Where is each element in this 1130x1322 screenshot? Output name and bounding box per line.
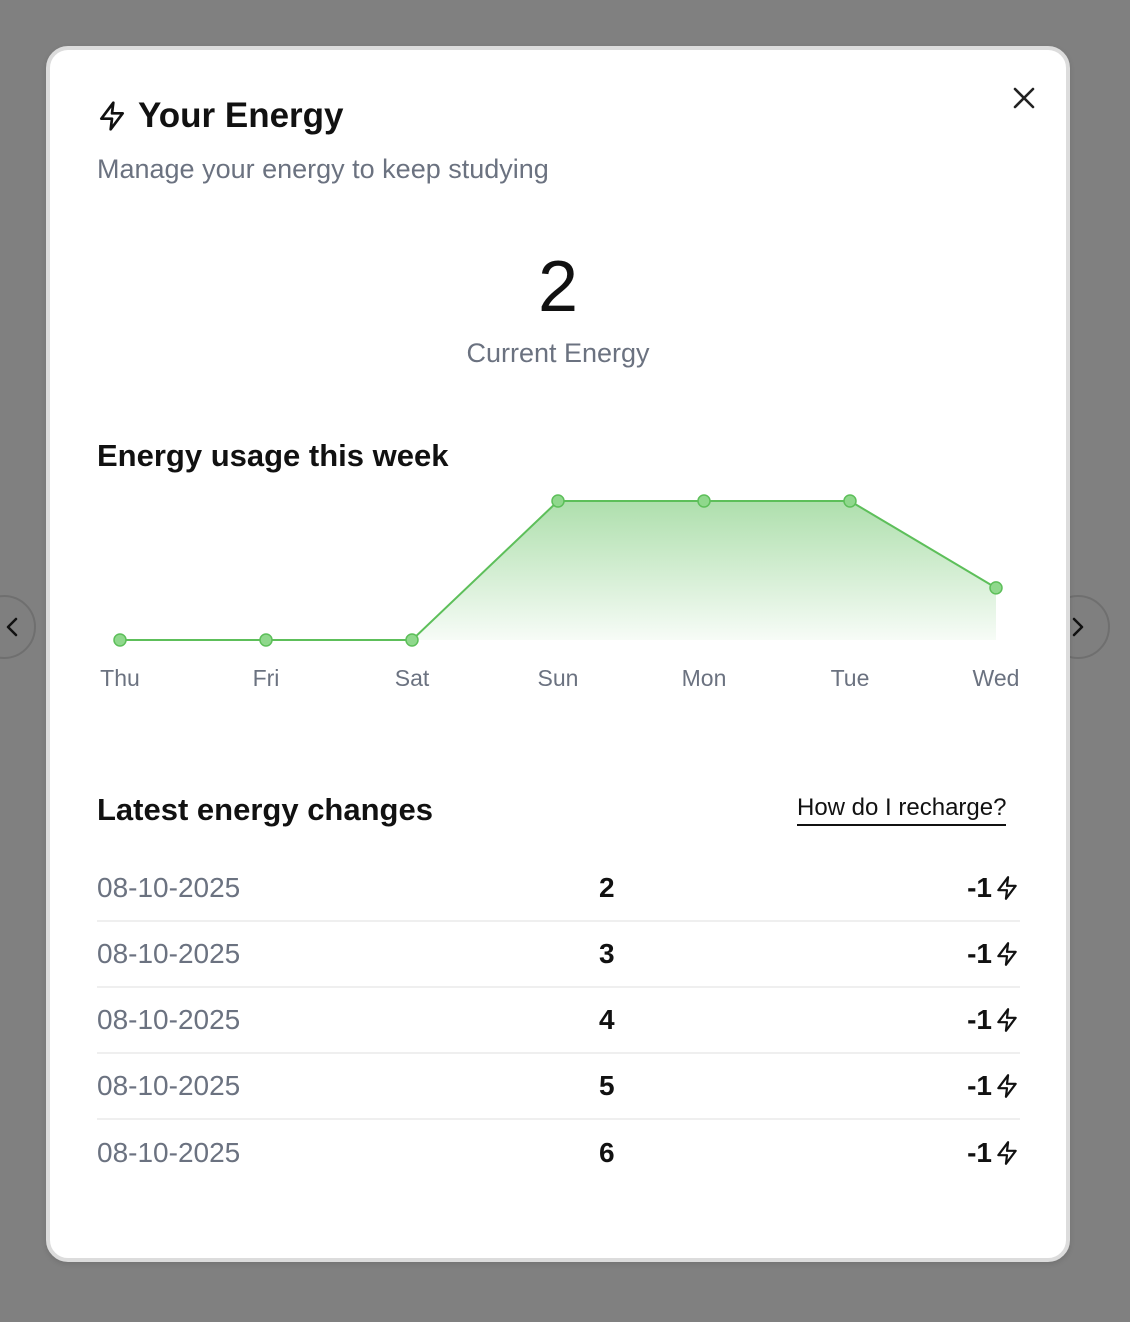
change-delta: -1 [967, 1004, 1020, 1036]
energy-usage-chart: Thu Fri Sat Sun Mon Tue Wed [100, 494, 1020, 691]
usage-point-sat [405, 633, 419, 647]
chevron-right-icon [1072, 617, 1084, 637]
usage-point-wed [989, 581, 1003, 595]
how-to-recharge-link[interactable]: How do I recharge? [797, 794, 1007, 826]
lightning-bolt-icon [997, 1074, 1017, 1098]
change-date: 08-10-2025 [97, 1137, 241, 1168]
x-tick-label: Fri [253, 665, 280, 691]
usage-point-mon [697, 494, 711, 508]
energy-change-row: 08-10-2025 4 -1 [97, 988, 1020, 1054]
change-delta: -1 [967, 1137, 1020, 1169]
change-balance: 6 [599, 1137, 615, 1168]
change-delta-value: -1 [967, 872, 992, 903]
usage-point-sun [551, 494, 565, 508]
change-delta: -1 [967, 1070, 1020, 1102]
chevron-left-icon [6, 617, 18, 637]
x-tick-label: Sun [538, 665, 579, 691]
usage-point-thu [113, 633, 127, 647]
change-balance: 3 [599, 938, 615, 969]
lightning-bolt-icon [997, 1008, 1017, 1032]
energy-change-row: 08-10-2025 6 -1 [97, 1120, 1020, 1186]
usage-point-fri [259, 633, 273, 647]
energy-changes-list: 08-10-2025 2 -1 08-10-2025 3 -1 08-10-2025 4 -1 0… [97, 856, 1020, 1186]
energy-modal: Your Energy Manage your energy to keep s… [46, 46, 1070, 1262]
lightning-bolt-icon [997, 1141, 1017, 1165]
usage-point-tue [843, 494, 857, 508]
x-tick-label: Mon [682, 665, 727, 691]
x-tick-label: Thu [100, 665, 140, 691]
change-balance: 5 [599, 1070, 615, 1101]
energy-change-row: 08-10-2025 3 -1 [97, 922, 1020, 988]
change-delta-value: -1 [967, 1070, 992, 1101]
change-date: 08-10-2025 [97, 1070, 241, 1101]
change-delta-value: -1 [967, 1004, 992, 1035]
usage-area [120, 501, 996, 640]
change-balance: 2 [599, 872, 615, 903]
change-balance: 4 [599, 1004, 615, 1035]
change-date: 08-10-2025 [97, 1004, 241, 1035]
energy-change-row: 08-10-2025 5 -1 [97, 1054, 1020, 1120]
change-date: 08-10-2025 [97, 872, 241, 903]
change-date: 08-10-2025 [97, 938, 241, 969]
change-delta-value: -1 [967, 938, 992, 969]
change-delta-value: -1 [967, 1137, 992, 1168]
change-delta: -1 [967, 872, 1020, 904]
energy-change-row: 08-10-2025 2 -1 [97, 856, 1020, 922]
lightning-bolt-icon [997, 876, 1017, 900]
x-tick-label: Sat [395, 665, 430, 691]
x-tick-label: Wed [973, 665, 1020, 691]
changes-section-title: Latest energy changes [97, 792, 433, 827]
lightning-bolt-icon [997, 942, 1017, 966]
change-delta: -1 [967, 938, 1020, 970]
x-tick-label: Tue [831, 665, 870, 691]
previous-arrow-button[interactable] [0, 595, 36, 659]
